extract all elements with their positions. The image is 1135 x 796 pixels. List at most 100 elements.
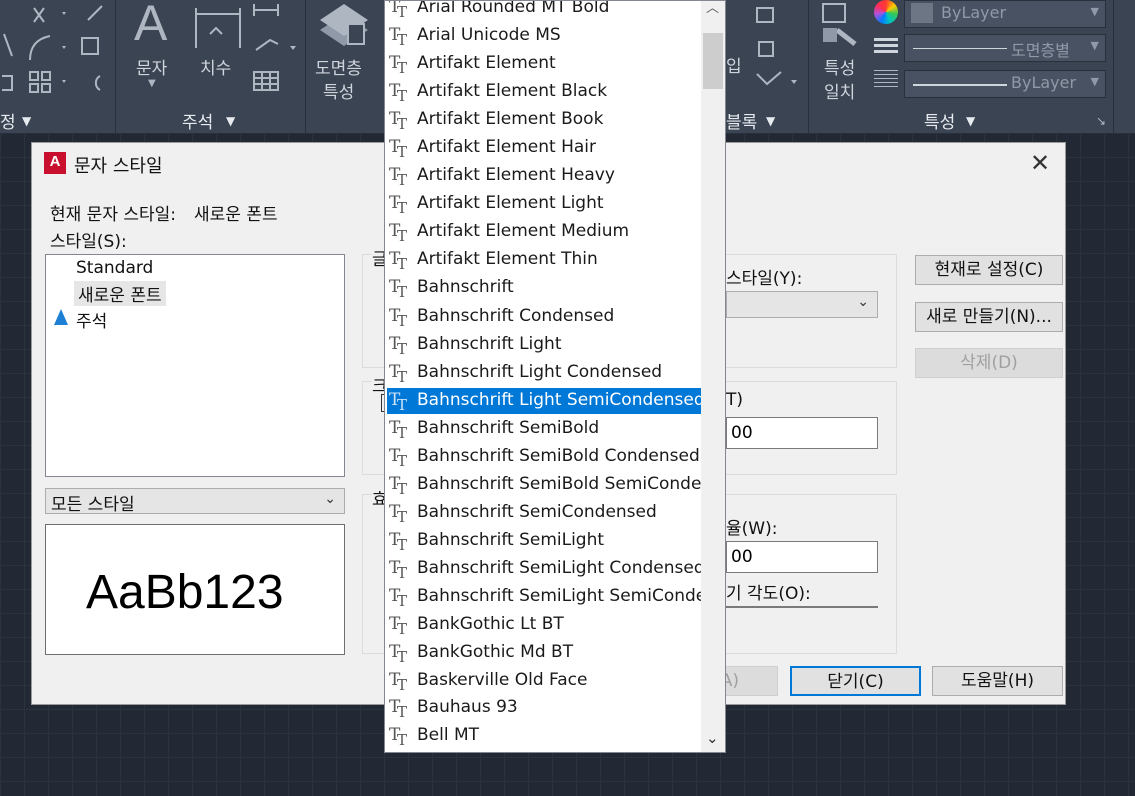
close-icon[interactable]: ✕ — [1030, 149, 1050, 177]
truetype-font-icon: TT — [389, 249, 413, 273]
set-current-button[interactable]: 현재로 설정(C) — [915, 255, 1063, 285]
chevron-down-icon: ⌄ — [857, 294, 869, 310]
style-item-selected[interactable]: 새로운 폰트 — [74, 281, 166, 306]
font-list-item[interactable]: T T Artifakt Element Light — [387, 191, 701, 217]
font-list-item[interactable]: T T Artifakt Element — [387, 51, 701, 77]
font-list-item-selected[interactable]: T T Bahnschrift Light SemiCondensed — [387, 388, 705, 414]
new-style-button[interactable]: 새로 만들기(N)... — [915, 302, 1063, 332]
linetype-combo[interactable]: 도면층별 ▼ — [904, 34, 1106, 62]
font-list-item[interactable]: T T Bahnschrift Condensed — [387, 304, 701, 330]
current-style-label: 현재 문자 스타일: — [50, 205, 177, 225]
truetype-glyph-small: T — [397, 59, 408, 77]
annotation-small-tools-icons[interactable] — [250, 0, 310, 100]
text-a-icon: A — [134, 0, 168, 51]
font-list-item[interactable]: T T Artifakt Element Book — [387, 107, 701, 133]
height-input[interactable]: 00 — [726, 417, 878, 449]
font-list-item[interactable]: T T Bell MT — [387, 723, 701, 749]
chevron-down-icon[interactable]: ▼ — [766, 114, 775, 128]
layer-tool-label-2: 특성 — [323, 83, 355, 103]
style-filter-dropdown[interactable]: 모든 스타일 ⌄ — [45, 488, 345, 515]
layer-properties-button[interactable]: 도면층 특성 — [312, 0, 378, 105]
close-button[interactable]: 닫기(C) — [790, 666, 921, 696]
truetype-glyph-small: T — [397, 508, 408, 526]
truetype-font-icon: TT — [389, 390, 413, 414]
block-insert-label[interactable]: 입 — [726, 52, 742, 77]
font-list-item[interactable]: T T Baskerville Old Face — [387, 668, 701, 694]
panel-title-annotate[interactable]: 주석 — [182, 108, 213, 133]
color-combo[interactable]: ByLayer ▼ — [904, 0, 1106, 28]
linetype-value: 도면층별 — [1011, 41, 1070, 60]
font-list-item[interactable]: T T Bahnschrift — [387, 275, 701, 301]
truetype-glyph-small: T — [397, 171, 408, 189]
scroll-down-icon[interactable]: ⌄ — [706, 729, 719, 747]
match-properties-button[interactable]: 특성 일치 — [815, 0, 870, 105]
truetype-font-icon: TT — [389, 25, 413, 49]
font-list-item[interactable]: T T Arial Rounded MT Bold — [387, 1, 701, 21]
truetype-font-icon: TT — [389, 502, 413, 526]
font-list-item-label: Baskerville Old Face — [417, 670, 588, 690]
font-list-item[interactable]: T T Bahnschrift SemiLight SemiConde — [387, 584, 706, 610]
panel-expand-icon[interactable]: ▼ — [22, 114, 31, 128]
chevron-down-icon[interactable]: ▼ — [226, 114, 235, 128]
text-tool-label: 문자 — [136, 59, 168, 79]
font-list-item[interactable]: T T Bahnschrift SemiLight — [387, 528, 701, 554]
truetype-glyph-small: T — [397, 115, 408, 133]
font-list-item[interactable]: T T Bahnschrift SemiCondensed — [387, 500, 701, 526]
chevron-down-icon[interactable]: ▼ — [966, 114, 975, 128]
font-list-item[interactable]: T T Bahnschrift SemiBold Condensed — [387, 444, 701, 470]
style-item-standard[interactable]: Standard — [76, 258, 153, 278]
truetype-font-icon: TT — [389, 53, 413, 77]
truetype-glyph-small: T — [397, 199, 408, 217]
text-tool-button[interactable]: A 문자 ▼ — [128, 0, 178, 100]
layer-stack-icon — [320, 4, 368, 46]
block-tools-icons[interactable] — [745, 0, 805, 100]
styles-listbox[interactable]: Standard 새로운 폰트 주석 — [45, 254, 345, 477]
truetype-glyph-small: T — [397, 283, 408, 301]
font-list-item[interactable]: T T Arial Unicode MS — [387, 23, 701, 49]
font-list-item[interactable]: T T Bahnschrift SemiBold — [387, 416, 701, 442]
font-list-item-label: Arial Unicode MS — [417, 25, 561, 45]
font-list-item[interactable]: T T Artifakt Element Thin — [387, 247, 701, 273]
panel-title-draw[interactable]: 정 — [0, 108, 16, 133]
lineweight-combo[interactable]: ByLayer ▼ — [904, 70, 1106, 98]
style-item-annotative[interactable]: 주석 — [76, 307, 107, 332]
dimension-tool-button[interactable]: 치수 — [190, 0, 245, 100]
width-factor-input[interactable]: 00 — [726, 541, 878, 573]
font-list-item-label: Bahnschrift Condensed — [417, 306, 615, 326]
font-list-item[interactable]: T T Bauhaus 93 — [387, 695, 701, 721]
dimension-icon — [195, 8, 241, 48]
font-list-item[interactable]: T T Artifakt Element Medium — [387, 219, 701, 245]
truetype-glyph-small: T — [397, 396, 408, 414]
scrollbar[interactable]: ︿ ⌄ — [701, 1, 725, 752]
font-style-dropdown[interactable]: ⌄ — [726, 291, 878, 318]
truetype-glyph-small: T — [397, 31, 408, 49]
font-list-item[interactable]: T T Artifakt Element Hair — [387, 135, 701, 161]
draw-tools-icons[interactable] — [0, 0, 115, 100]
preview-text: AaBb123 — [86, 566, 284, 619]
panel-title-properties[interactable]: 특성 — [924, 108, 955, 133]
font-list-item[interactable]: T T Bahnschrift Light — [387, 332, 701, 358]
font-list-item-label: Bahnschrift SemiBold Condensed — [417, 446, 700, 466]
font-list-item[interactable]: T T Artifakt Element Heavy — [387, 163, 701, 189]
oblique-angle-input[interactable] — [726, 606, 878, 608]
scrollbar-thumb[interactable] — [703, 33, 723, 89]
panel-launcher-icon[interactable]: ↘ — [1096, 114, 1106, 128]
chevron-down-icon: ▼ — [1090, 5, 1099, 18]
panel-title-block[interactable]: 블록 — [726, 108, 757, 133]
help-button[interactable]: 도움말(H) — [932, 666, 1063, 696]
font-name-dropdown-list[interactable]: T T Arial Rounded MT Bold T T Arial Unicode M… — [384, 0, 726, 753]
font-list-item[interactable]: T T Bahnschrift SemiBold SemiConden — [387, 472, 712, 498]
truetype-glyph-small: T — [397, 227, 408, 245]
font-list-item[interactable]: T T Bahnschrift Light Condensed — [387, 360, 701, 386]
delete-button[interactable]: 삭제(D) — [915, 348, 1063, 378]
font-list-item-label: Artifakt Element Heavy — [417, 165, 615, 185]
font-list-item[interactable]: T T Artifakt Element Black — [387, 79, 701, 105]
color-wheel-icon[interactable] — [874, 0, 898, 24]
font-list-item-label: Artifakt Element Black — [417, 81, 608, 101]
font-list-item[interactable]: T T BankGothic Lt BT — [387, 612, 701, 638]
font-list-item[interactable]: T T BankGothic Md BT — [387, 640, 701, 666]
font-list-item[interactable]: T T Bahnschrift SemiLight Condensed — [387, 556, 705, 582]
scroll-up-icon[interactable]: ︿ — [706, 1, 719, 16]
font-list-item-label: BankGothic Lt BT — [417, 614, 564, 634]
font-list-item-label: Artifakt Element Book — [417, 109, 604, 129]
